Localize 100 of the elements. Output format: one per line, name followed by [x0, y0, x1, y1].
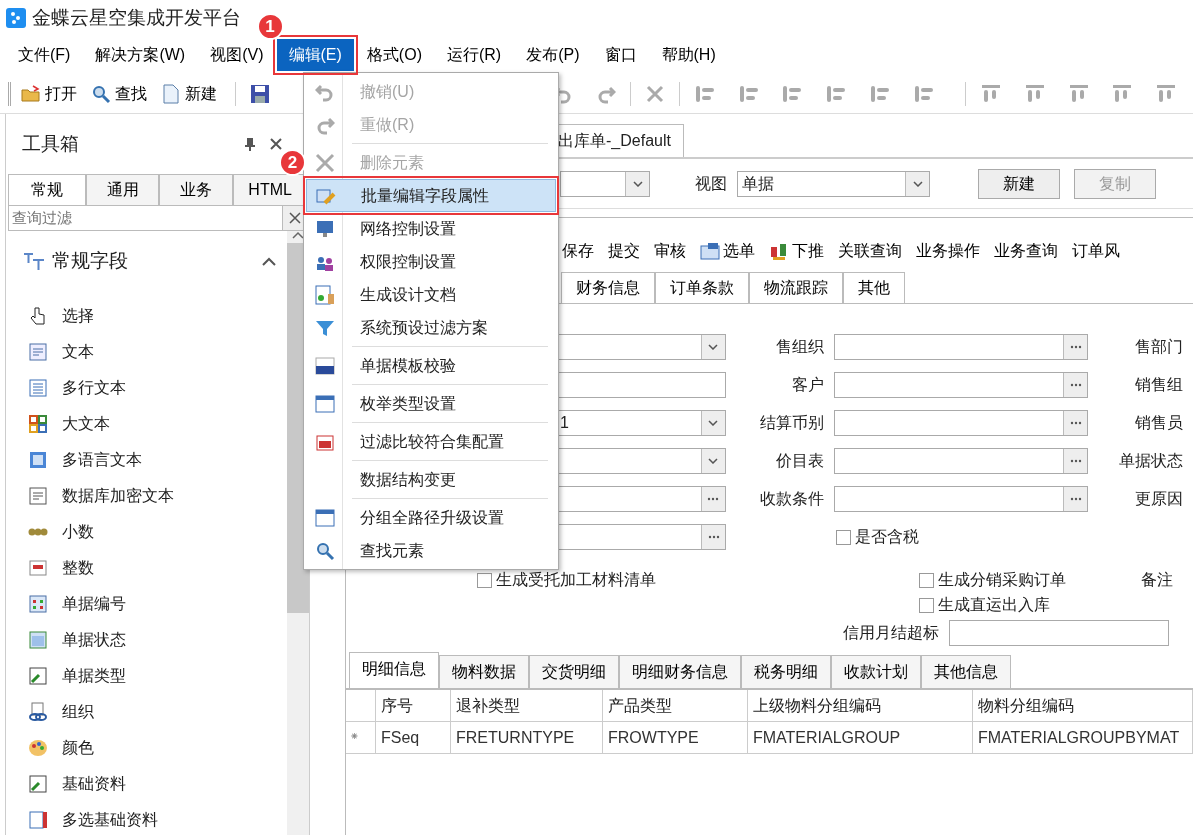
column-header[interactable]: 上级物料分组编码	[748, 690, 973, 722]
number-123-icon	[315, 355, 335, 376]
toolbox-item[interactable]: 整数	[6, 549, 287, 586]
toolbox-item[interactable]: 多行文本	[6, 369, 287, 406]
menu-item[interactable]: 批量编辑字段属性	[306, 179, 556, 212]
menu-item[interactable]: 单据模板校验	[306, 349, 556, 382]
align-bottom-icon	[1023, 82, 1046, 105]
detail-tab[interactable]: 明细财务信息	[619, 655, 741, 688]
toolbox-tab[interactable]: 常规	[8, 174, 86, 205]
toolbar-button[interactable]: 查找	[86, 79, 151, 108]
ellipsis-icon	[1069, 421, 1082, 425]
menu-item[interactable]: 系统预设过滤方案	[306, 311, 556, 344]
detail-tab[interactable]: 收款计划	[831, 655, 921, 688]
checkbox[interactable]: 是否含税	[836, 525, 919, 549]
menu-item[interactable]: 发布(P)	[514, 39, 592, 71]
toolbox-item[interactable]: 组织	[6, 693, 287, 730]
form-tab[interactable]: 物流跟踪	[749, 272, 843, 303]
menu-item[interactable]: 运行(R)	[434, 39, 514, 71]
document-list-icon	[28, 809, 48, 830]
input-field[interactable]	[949, 620, 1169, 646]
form-tab[interactable]: 财务信息	[561, 272, 655, 303]
column-header[interactable]: 物料分组编码	[973, 690, 1193, 722]
checkbox[interactable]: 生成分销采购订单	[919, 568, 1141, 592]
ellipsis-icon	[1069, 459, 1082, 463]
document-icon	[160, 83, 181, 104]
detail-tab[interactable]: 税务明细	[741, 655, 831, 688]
table-cell: FSeq	[376, 722, 451, 754]
table-cell: FRETURNTYPE	[451, 722, 603, 754]
detail-tab[interactable]: 交货明细	[529, 655, 619, 688]
menu-item[interactable]: 生成设计文档	[306, 278, 556, 311]
lookup-field[interactable]	[833, 334, 1088, 360]
menu-item[interactable]: 数据结构变更	[306, 463, 556, 496]
table-cell: FMATERIALGROUP	[748, 722, 973, 754]
menu-item[interactable]: 视图(V)	[198, 39, 276, 71]
menu-item[interactable]: 编辑(E)	[276, 39, 354, 71]
menu-item[interactable]: 分组全路径升级设置	[306, 501, 556, 534]
field-label: 更原因	[1134, 489, 1184, 509]
action-button[interactable]: 下推	[769, 239, 824, 263]
column-header[interactable]: 退补类型	[451, 690, 603, 722]
menu-item[interactable]: 格式(O)	[354, 39, 434, 71]
action-button[interactable]: 关联查询	[838, 239, 902, 263]
checkbox[interactable]: 生成受托加工材料清单	[477, 568, 919, 592]
checkbox[interactable]: 生成直运出入库	[919, 593, 1050, 617]
step-number: 1	[256, 13, 284, 40]
detail-tab[interactable]: 明细信息	[349, 652, 439, 688]
field-label: 售组织	[774, 337, 825, 357]
menu-item[interactable]: 网络控制设置	[306, 212, 556, 245]
detail-tab[interactable]: 其他信息	[921, 655, 1011, 688]
panel-title: 工具箱	[22, 131, 80, 156]
group-header[interactable]: 常规字段	[52, 247, 253, 276]
filter-field[interactable]: 查询过滤	[8, 205, 283, 231]
folder-icon	[20, 83, 41, 104]
form-tab[interactable]: 订单条款	[655, 272, 749, 303]
toolbar-button[interactable]: 打开	[16, 79, 81, 108]
toolbox-item[interactable]: 单据状态	[6, 621, 287, 658]
field-label: 价目表	[774, 451, 825, 471]
menu-item[interactable]: 帮助(H)	[649, 39, 728, 71]
menu-item[interactable]: 解决方案(W)	[83, 39, 198, 71]
toolbox-item[interactable]: 单据类型	[6, 657, 287, 694]
toolbox-item[interactable]: 单据编号	[6, 585, 287, 622]
lookup-field[interactable]	[833, 448, 1088, 474]
menu-item[interactable]: 权限控制设置	[306, 245, 556, 278]
view-dropdown[interactable]: 单据	[737, 170, 930, 197]
toolbox-item[interactable]: 颜色	[6, 729, 287, 766]
action-button[interactable]: 选单	[700, 239, 755, 263]
toolbox-item[interactable]: 文本	[6, 333, 287, 370]
detail-tab[interactable]: 物料数据	[439, 655, 529, 688]
action-button[interactable]: 业务操作	[916, 239, 980, 263]
lookup-field[interactable]	[833, 410, 1088, 436]
close-icon	[269, 137, 283, 151]
action-button[interactable]: 提交	[608, 239, 640, 263]
field-label: 销售员	[1134, 413, 1184, 433]
toolbox-item[interactable]: 小数	[6, 513, 287, 550]
action-button[interactable]: 保存	[562, 239, 594, 263]
monitor-icon	[315, 218, 335, 239]
column-header[interactable]: 产品类型	[603, 690, 748, 722]
new-button[interactable]: 新建	[978, 168, 1060, 199]
toolbox-item[interactable]: 多语言文本	[6, 441, 287, 478]
toolbox-item[interactable]: 多选基础资料	[6, 801, 287, 835]
figures-icon	[769, 241, 789, 261]
lookup-field[interactable]	[833, 486, 1088, 512]
action-button[interactable]: 业务查询	[994, 239, 1058, 263]
menu-item[interactable]: 窗口	[592, 39, 649, 71]
toolbar-button[interactable]: 新建	[156, 79, 221, 108]
lookup-field[interactable]	[833, 372, 1088, 398]
form-tab[interactable]: 其他	[843, 272, 905, 303]
toolbox-item[interactable]: 大文本	[6, 405, 287, 442]
search-icon	[90, 83, 111, 104]
menu-item[interactable]: 查找元素	[306, 534, 556, 567]
toolbox-tab[interactable]: 通用	[85, 174, 160, 205]
blocks-icon	[28, 413, 48, 434]
toolbox-item[interactable]: 选择	[6, 297, 287, 334]
action-button[interactable]: 订单风	[1072, 239, 1120, 263]
column-header[interactable]: 序号	[376, 690, 451, 722]
dropdown[interactable]	[560, 170, 650, 197]
menu-item[interactable]: 文件(F)	[6, 39, 83, 71]
action-button[interactable]: 审核	[654, 239, 686, 263]
toolbox-tab[interactable]: 业务	[159, 174, 234, 205]
toolbox-item[interactable]: 基础资料	[6, 765, 287, 802]
toolbox-item[interactable]: 数据库加密文本	[6, 477, 287, 514]
